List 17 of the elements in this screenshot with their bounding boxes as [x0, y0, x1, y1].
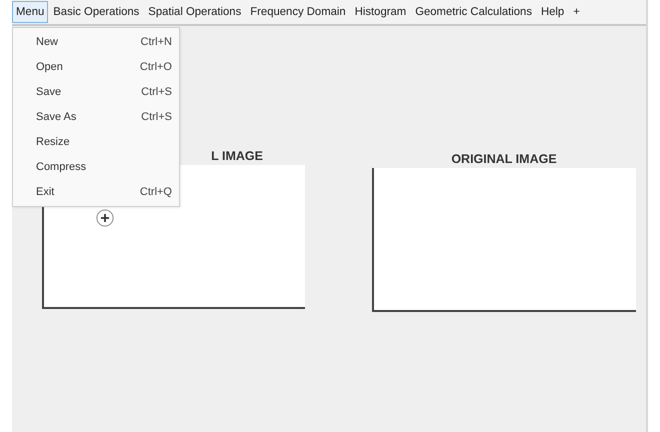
menu-entry[interactable]: Save Ctrl+S [13, 79, 179, 104]
menu-entry[interactable]: Exit Ctrl+Q [13, 179, 179, 204]
menu-entry[interactable]: Compress [13, 154, 179, 179]
menu-item[interactable]: Histogram [350, 1, 410, 23]
menu-item[interactable]: + [569, 1, 584, 23]
menu-item[interactable]: Geometric Calculations [411, 1, 536, 23]
axes-title: L IMAGE [210, 148, 264, 164]
menu-entry[interactable]: Open Ctrl+O [13, 54, 179, 79]
menu-item[interactable]: Help [536, 1, 568, 23]
menu-item[interactable]: Frequency Domain [246, 1, 350, 23]
menu-item[interactable]: Menu [12, 1, 48, 23]
menu-entry[interactable]: Save As Ctrl+S [13, 104, 179, 129]
menu-item[interactable]: Spatial Operations [144, 1, 246, 23]
axes-title: ORIGINAL IMAGE [450, 151, 558, 167]
menu-item[interactable]: Basic Operations [49, 1, 144, 23]
menu-entry[interactable]: New Ctrl+N [13, 29, 179, 54]
menu-entry[interactable]: Resize [13, 129, 179, 154]
